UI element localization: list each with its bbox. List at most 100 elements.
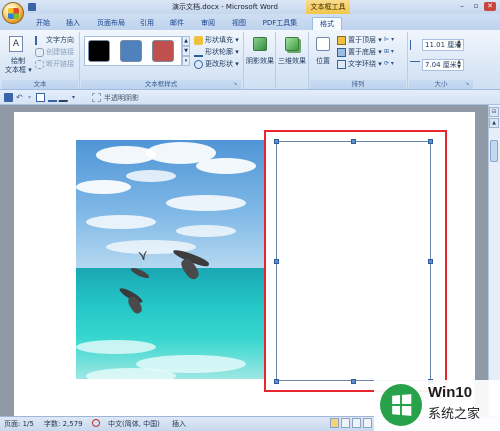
text-wrap-icon (337, 59, 346, 69)
group-separator (79, 32, 80, 89)
paint-bucket-icon (194, 35, 203, 45)
style-swatch-black[interactable] (88, 40, 110, 62)
shadow-effects-icon (253, 37, 267, 51)
shape-fill-button[interactable]: 形状填充 ▾ (194, 35, 239, 45)
group-separator (407, 32, 408, 89)
scroll-up-icon[interactable]: ▲ (489, 118, 499, 128)
bring-front-icon (337, 35, 346, 45)
outline-view-icon[interactable] (363, 418, 372, 428)
insert-mode-indicator[interactable]: 插入 (172, 419, 186, 429)
wave-foam (86, 368, 176, 379)
text-wrapping-button[interactable]: 文字环绕 ▾ (337, 59, 382, 69)
position-icon (316, 37, 330, 51)
windows-logo-icon (380, 384, 422, 426)
seagull-ocean-picture[interactable]: ⋎ (76, 140, 266, 379)
draw-textbox-dropdown[interactable]: 文本框 ▾ (5, 65, 32, 75)
save-icon[interactable] (4, 93, 13, 102)
cloud (76, 180, 131, 194)
tab-pdf-tools[interactable]: PDF工具集 (258, 17, 302, 30)
tab-review[interactable]: 审阅 (197, 17, 219, 30)
pencil-icon (194, 48, 203, 57)
style-swatch-blue[interactable] (120, 40, 142, 62)
resize-handle-left[interactable] (274, 259, 279, 264)
draw-textbox-icon: A (9, 36, 23, 52)
language-indicator[interactable]: 中文(简体, 中国) (108, 419, 160, 429)
style-swatch-red[interactable] (152, 40, 174, 62)
change-shape-button[interactable]: 更改形状 ▾ (194, 59, 239, 69)
dialog-launcher-icon[interactable]: ↘ (233, 81, 237, 87)
text-direction-button[interactable]: 文字方向 (35, 35, 74, 45)
resize-handle-bottom[interactable] (351, 379, 356, 384)
resize-handle-top[interactable] (351, 139, 356, 144)
maximize-button[interactable]: ▫ (470, 2, 482, 11)
wave-foam (76, 340, 156, 354)
size-group-label: 大小 (409, 80, 473, 89)
textbox-styles-group-label: 文本框样式 (81, 80, 241, 89)
scroll-thumb[interactable] (490, 140, 498, 162)
group-separator (243, 32, 244, 89)
office-button[interactable] (2, 2, 24, 24)
tab-home[interactable]: 开始 (30, 17, 56, 30)
bring-to-front-button[interactable]: 置于顶层 ▾ (337, 35, 382, 45)
cloud (86, 215, 156, 229)
undo-icon[interactable]: ↶ (16, 93, 25, 102)
page-icon[interactable] (36, 93, 45, 102)
group-separator (275, 32, 276, 89)
office-logo-icon (8, 8, 19, 19)
ruler-toggle-icon[interactable]: ⊟ (489, 107, 499, 117)
cloud (176, 225, 236, 237)
page-count[interactable]: 页面: 1/5 (4, 419, 34, 429)
break-link-button[interactable]: 断开链接 (35, 59, 74, 69)
text-group-label: 文本 (2, 80, 78, 89)
3d-effects-button[interactable]: 三维效果 (278, 56, 306, 66)
cloud (166, 195, 246, 211)
create-link-button[interactable]: 创建链接 (35, 47, 74, 57)
send-back-icon (337, 47, 346, 57)
height-spinner-icon[interactable]: ▲ ▼ (455, 40, 463, 50)
rotate-icon[interactable]: ⟳ ▾ (384, 60, 402, 69)
cloud (196, 158, 256, 174)
size-dialog-launcher-icon[interactable]: ↘ (465, 81, 469, 87)
minimize-button[interactable]: – (456, 2, 468, 11)
reading-view-icon[interactable] (341, 418, 350, 428)
close-button[interactable]: ✕ (484, 2, 496, 11)
proofing-icon[interactable] (92, 419, 100, 427)
resize-handle-top-right[interactable] (428, 139, 433, 144)
textbox[interactable] (276, 141, 431, 381)
send-to-back-button[interactable]: 置于底层 ▾ (337, 47, 382, 57)
qat-customize-icon[interactable]: ▾ (72, 93, 81, 102)
web-layout-view-icon[interactable] (352, 418, 361, 428)
tab-page-layout[interactable]: 页面布局 (92, 17, 130, 30)
print-layout-view-icon[interactable] (330, 418, 339, 428)
tab-mailings[interactable]: 邮件 (166, 17, 188, 30)
width-icon (410, 61, 420, 67)
textbox-tools-context-label: 文本框工具 (306, 0, 350, 14)
tab-insert[interactable]: 插入 (60, 17, 86, 30)
width-spinner-icon[interactable]: ▲ ▼ (455, 60, 463, 70)
shadow-effects-button[interactable]: 阴影效果 (246, 56, 274, 66)
3d-effects-icon (285, 37, 299, 51)
tab-references[interactable]: 引用 (136, 17, 158, 30)
gallery-scroll-up-icon[interactable]: ▲ (182, 36, 190, 46)
shapes-icon (194, 59, 203, 69)
format-painter-icon[interactable] (48, 93, 57, 102)
resize-handle-top-left[interactable] (274, 139, 279, 144)
gallery-scroll-down-icon[interactable]: ▼ (182, 46, 190, 56)
semi-transparent-shadow-label[interactable]: 半透明阴影 (104, 93, 139, 103)
group-icon[interactable]: ⊞ ▾ (384, 48, 402, 57)
shadow-checkbox-icon[interactable] (92, 93, 101, 102)
resize-handle-right[interactable] (428, 259, 433, 264)
tab-format[interactable]: 格式 (312, 17, 342, 30)
position-button[interactable]: 位置 (316, 56, 330, 66)
word-count[interactable]: 字数: 2,579 (44, 419, 83, 429)
quick-save-icon[interactable] (28, 3, 36, 11)
watermark-name: Win10 (428, 384, 473, 401)
gallery-more-icon[interactable]: ▾ (182, 56, 190, 66)
cloud (126, 170, 176, 182)
window-title: 演示文档.docx - Microsoft Word (172, 3, 278, 11)
align-icon[interactable]: ⊫ ▾ (384, 36, 402, 45)
arrange-group-label: 排列 (310, 80, 406, 89)
shape-outline-button[interactable]: 形状轮廓 ▾ (194, 47, 239, 57)
resize-handle-bottom-left[interactable] (274, 379, 279, 384)
tab-view[interactable]: 视图 (228, 17, 250, 30)
